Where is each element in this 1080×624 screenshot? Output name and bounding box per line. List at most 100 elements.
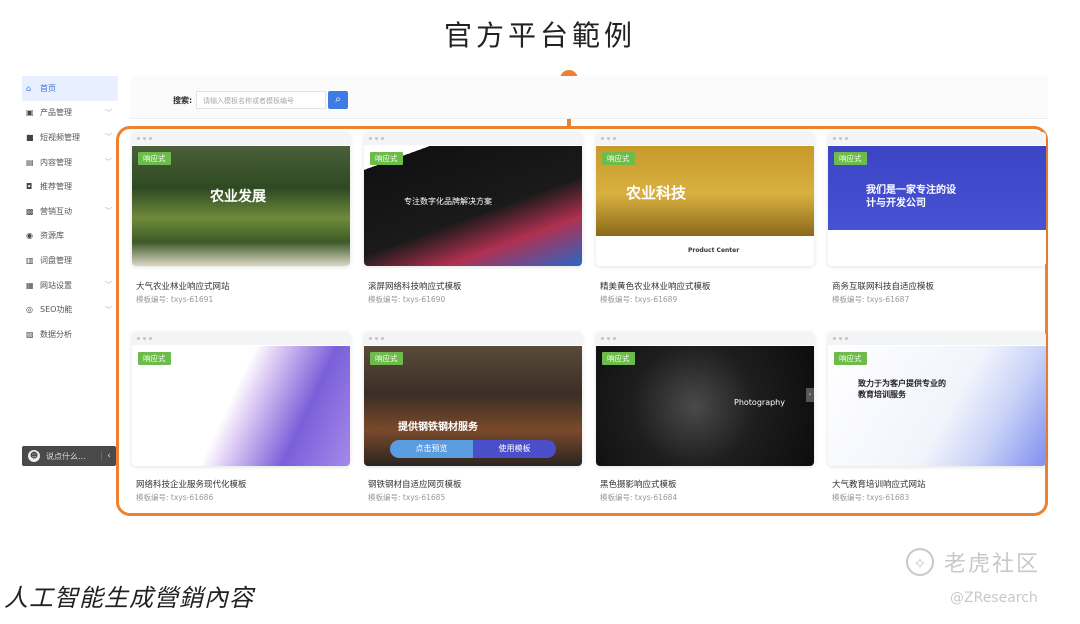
code-label: 模板编号: (368, 493, 401, 502)
home-icon: ⌂ (26, 83, 32, 93)
template-name[interactable]: 大气农业林业响应式网站 (136, 280, 230, 292)
collapse-icon[interactable]: ‹ (101, 451, 116, 461)
screenshot-headline: 农业发展 (210, 189, 266, 205)
code-label: 模板编号: (136, 295, 169, 304)
sidebar-item-analytics[interactable]: ▧ 数据分析 (22, 322, 118, 347)
sidebar-item-label: 营销互动 (40, 206, 72, 216)
sidebar-item-vocabulary[interactable]: ▥ 词盘管理 (22, 248, 118, 273)
tiger-logo-icon: ✧ (906, 548, 934, 576)
template-code: 模板编号: txys-61690 (368, 294, 445, 305)
template-card[interactable]: 致力于为客户提供专业的教育培训服务 响应式 大气教育培训响应式网站 模板编号: … (828, 332, 1046, 522)
template-card[interactable]: 我们是一家专注的设计与开发公司 响应式 商务互联网科技自适应模板 模板编号: t… (828, 132, 1046, 322)
settings-icon: ▦ (26, 280, 34, 290)
sidebar-item-products[interactable]: ▣ 产品管理 ﹀ (22, 101, 118, 126)
responsive-badge: 响应式 (370, 152, 403, 165)
search-icon: ⌕ (335, 94, 341, 105)
template-name[interactable]: 黑色摄影响应式模板 (600, 478, 677, 490)
use-template-button[interactable]: 使用模板 (473, 440, 556, 458)
responsive-badge: 响应式 (834, 152, 867, 165)
template-name[interactable]: 大气教育培训响应式网站 (832, 478, 926, 490)
code-value: txys-61687 (866, 295, 910, 304)
template-thumbnail[interactable]: 专注数字化品牌解决方案 响应式 (364, 132, 582, 266)
sidebar-item-label: 资源库 (40, 231, 64, 241)
template-card[interactable]: 农业科技 Product Center 响应式 精美黄色农业林业响应式模板 模板… (596, 132, 814, 322)
responsive-badge: 响应式 (138, 352, 171, 365)
chevron-down-icon: ﹀ (105, 305, 112, 314)
template-name[interactable]: 网络科技企业服务现代化模板 (136, 478, 247, 490)
page-title: 官方平台範例 (443, 19, 636, 52)
sidebar-item-seo[interactable]: ◎ SEO功能 ﹀ (22, 297, 118, 322)
video-icon: ■ (26, 132, 34, 142)
chevron-down-icon: ﹀ (105, 158, 112, 167)
template-card[interactable]: 农业发展 响应式 大气农业林业响应式网站 模板编号: txys-61691 (132, 132, 350, 322)
window-chrome (828, 132, 1046, 145)
template-code: 模板编号: txys-61687 (832, 294, 909, 305)
scroll-arrow-icon[interactable]: › (806, 388, 814, 402)
analytics-icon: ▧ (26, 329, 34, 339)
template-thumbnail[interactable]: 我们是一家专注的设计与开发公司 响应式 (828, 132, 1046, 266)
chat-input[interactable]: ☻ 说点什么... ‹ (22, 446, 116, 466)
window-chrome (596, 132, 814, 145)
chevron-down-icon: ﹀ (105, 207, 112, 216)
template-card[interactable]: 专注数字化品牌解决方案 响应式 滚屏网络科技响应式模板 模板编号: txys-6… (364, 132, 582, 322)
screenshot-headline: 提供钢铁钢材服务 (398, 422, 478, 433)
template-thumbnail[interactable]: 响应式 (132, 332, 350, 466)
sidebar-item-label: 数据分析 (40, 329, 72, 339)
template-name[interactable]: 滚屏网络科技响应式模板 (368, 280, 462, 292)
sidebar-item-label: 网站设置 (40, 280, 72, 290)
preview-button[interactable]: 点击预览 (390, 440, 473, 458)
watermark-name: 老虎社区 (944, 552, 1041, 577)
watermark: ✧ 老虎社区 (906, 546, 1040, 578)
sidebar-item-resources[interactable]: ◉ 资源库 (22, 224, 118, 249)
window-chrome (828, 332, 1046, 345)
template-thumbnail[interactable]: 致力于为客户提供专业的教育培训服务 响应式 (828, 332, 1046, 466)
window-chrome (596, 332, 814, 345)
code-value: txys-61684 (634, 493, 678, 502)
sidebar-item-home[interactable]: ⌂ 首页 (22, 76, 118, 101)
template-code: 模板编号: txys-61686 (136, 492, 213, 503)
sidebar-item-label: 内容管理 (40, 157, 72, 167)
hover-action-bar: 点击预览 使用模板 (390, 440, 556, 458)
sidebar-item-label: 产品管理 (40, 108, 72, 118)
search-button[interactable]: ⌕ (328, 91, 348, 109)
screenshot-headline: 我们是一家专注的设计与开发公司 (866, 185, 956, 209)
code-value: txys-61691 (170, 295, 214, 304)
code-value: txys-61683 (866, 493, 910, 502)
template-name[interactable]: 钢铁钢材自适应网页模板 (368, 478, 462, 490)
template-card[interactable]: 提供钢铁钢材服务 响应式 点击预览 使用模板 钢铁钢材自适应网页模板 模板编号:… (364, 332, 582, 522)
code-label: 模板编号: (600, 493, 633, 502)
screenshot-headline: Photography (734, 398, 785, 407)
template-thumbnail[interactable]: 提供钢铁钢材服务 响应式 点击预览 使用模板 (364, 332, 582, 466)
code-label: 模板编号: (600, 295, 633, 304)
sidebar-item-recommend[interactable]: ◘ 推荐管理 (22, 174, 118, 199)
template-code: 模板编号: txys-61684 (600, 492, 677, 503)
template-card[interactable]: Photography 响应式 黑色摄影响应式模板 模板编号: txys-616… (596, 332, 814, 522)
search-label: 搜索: (173, 96, 193, 105)
template-code: 模板编号: txys-61683 (832, 492, 909, 503)
template-name[interactable]: 商务互联网科技自适应模板 (832, 280, 934, 292)
sidebar-item-site-settings[interactable]: ▦ 网站设置 ﹀ (22, 273, 118, 298)
screenshot-headline: 专注数字化品牌解决方案 (404, 197, 492, 206)
sidebar-item-marketing[interactable]: ▩ 营销互动 ﹀ (22, 199, 118, 224)
screenshot-subheadline: Product Center (688, 247, 740, 254)
window-chrome (364, 332, 582, 345)
search-input[interactable]: 请输入模板名称或者模板编号 (196, 91, 326, 109)
recommend-icon: ◘ (26, 182, 33, 192)
template-thumbnail[interactable]: 农业科技 Product Center 响应式 (596, 132, 814, 266)
code-value: txys-61685 (402, 493, 446, 502)
screenshot-headline: 致力于为客户提供专业的教育培训服务 (858, 379, 946, 399)
sidebar-item-label: SEO功能 (40, 305, 73, 315)
window-chrome (132, 132, 350, 145)
template-code: 模板编号: txys-61691 (136, 294, 213, 305)
window-chrome (364, 132, 582, 145)
template-name[interactable]: 精美黄色农业林业响应式模板 (600, 280, 711, 292)
template-code: 模板编号: txys-61689 (600, 294, 677, 305)
code-value: txys-61690 (402, 295, 446, 304)
template-thumbnail[interactable]: 农业发展 响应式 (132, 132, 350, 266)
sidebar-item-videos[interactable]: ■ 短视频管理 ﹀ (22, 125, 118, 150)
sidebar-item-label: 首页 (40, 83, 56, 93)
template-card[interactable]: 响应式 网络科技企业服务现代化模板 模板编号: txys-61686 (132, 332, 350, 522)
template-thumbnail[interactable]: Photography 响应式 (596, 332, 814, 466)
content-icon: ▤ (26, 157, 34, 167)
sidebar-item-content[interactable]: ▤ 内容管理 ﹀ (22, 150, 118, 175)
